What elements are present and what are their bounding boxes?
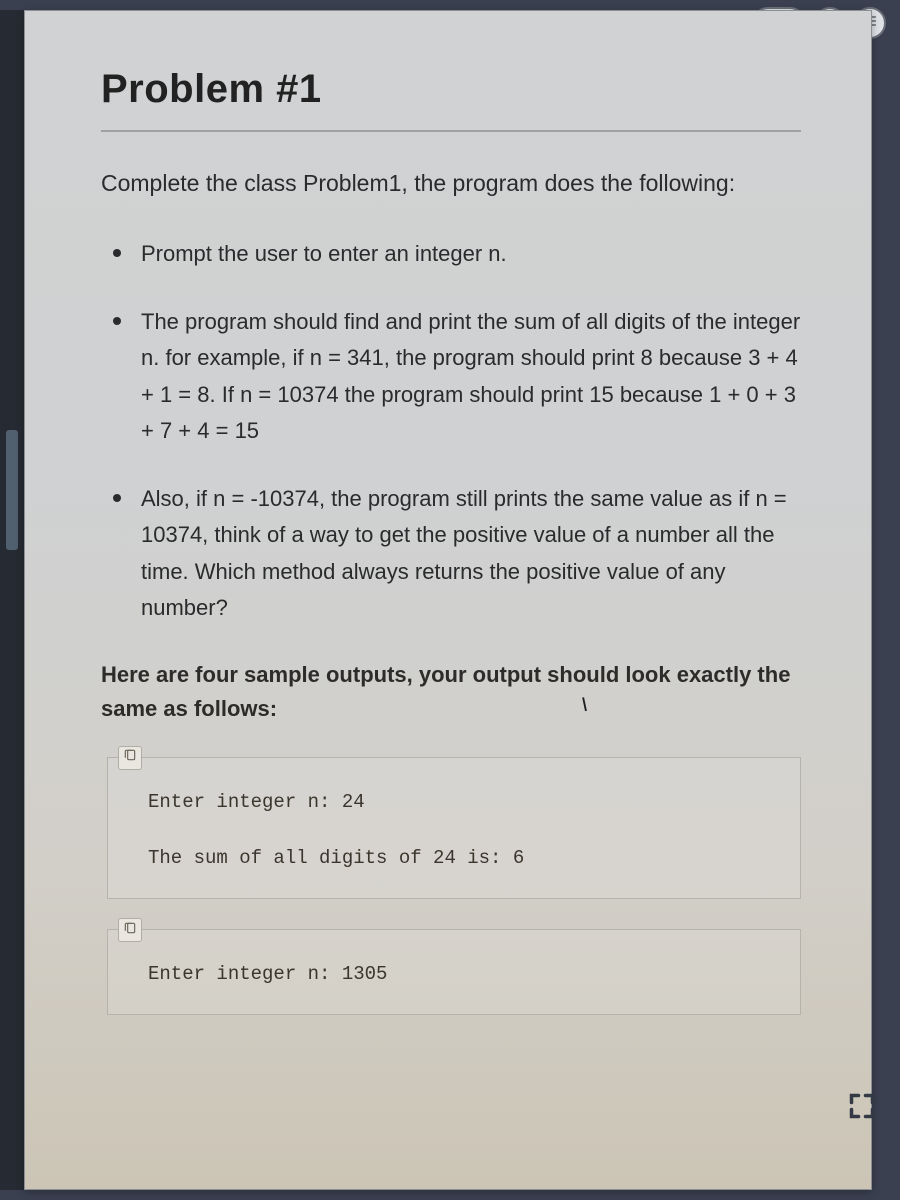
clipboard-icon [123,739,137,775]
scroll-rail[interactable] [0,10,24,1190]
document-page: Problem #1 Complete the class Problem1, … [24,10,872,1190]
sample-output: Enter integer n: 1305 [107,929,801,1015]
sample-line: Enter integer n: 1305 [148,956,776,992]
intro-text: Complete the class Problem1, the program… [101,166,801,202]
sample-line: Enter integer n: 24 [148,784,776,820]
page-title: Problem #1 [101,67,801,132]
clipboard-icon [123,912,137,948]
bullet-list: Prompt the user to enter an integer n. T… [101,236,801,627]
list-item: The program should find and print the su… [107,304,801,449]
copy-button[interactable] [118,918,142,942]
outputs-intro: Here are four sample outputs, your outpu… [101,658,801,726]
list-item: Prompt the user to enter an integer n. [107,236,801,272]
copy-button[interactable] [118,746,142,770]
fullscreen-button[interactable] [848,1092,876,1120]
sample-line: The sum of all digits of 24 is: 6 [148,840,776,876]
expand-icon [848,1107,876,1124]
sample-output: Enter integer n: 24 The sum of all digit… [107,757,801,899]
list-item: Also, if n = -10374, the program still p… [107,481,801,626]
